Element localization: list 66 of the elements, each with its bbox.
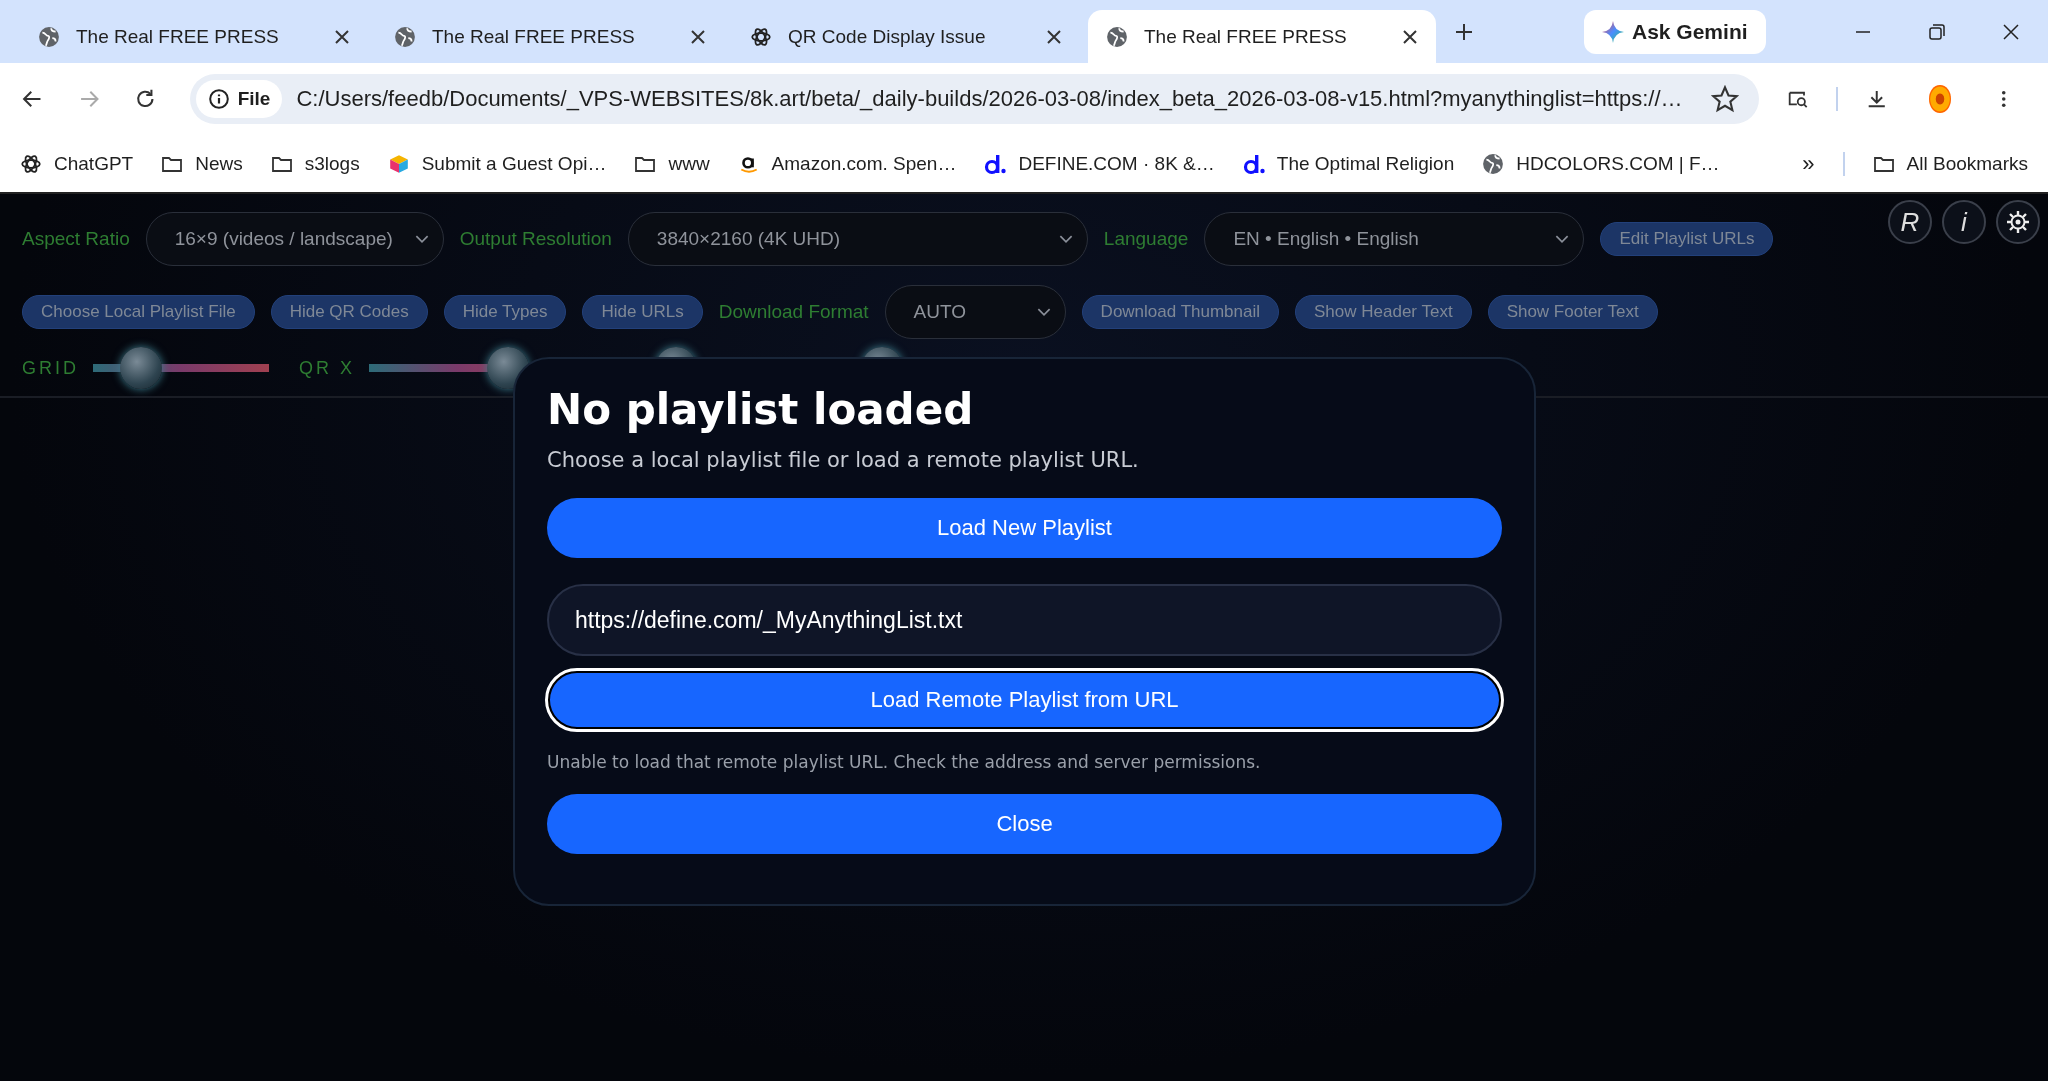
site-info-chip[interactable]: File: [195, 80, 283, 118]
browser-tab[interactable]: QR Code Display Issue: [732, 10, 1080, 63]
bookmark-item[interactable]: News: [161, 152, 243, 175]
bookmark-item[interactable]: Submit a Guest Opi…: [387, 152, 607, 175]
bookmark-item[interactable]: HDCOLORS.COM | F…: [1482, 152, 1720, 175]
close-icon[interactable]: [2002, 22, 2020, 41]
knot-logo-icon: [20, 152, 42, 175]
close-icon[interactable]: [690, 28, 706, 45]
globe-icon: [38, 25, 60, 48]
globe-icon: [1482, 152, 1505, 175]
error-message: Unable to load that remote playlist URL. Check the address and server permissions.: [547, 752, 1262, 772]
address-bar[interactable]: File C:/Users/feedb/Documents/_VPS-WEBSITES/8k.art/beta/_daily-builds/2026-03-08/index_beta_2026-03-08-v15.html?myanythinglist=https://…: [189, 74, 1759, 124]
bookmark-item[interactable]: Amazon.com. Spen…: [737, 152, 957, 175]
knot-logo-icon: [750, 25, 772, 48]
field-label: Aspect Ratio: [22, 228, 130, 250]
slider-label: QR X: [299, 357, 355, 379]
dropdown[interactable]: EN • English • English: [1204, 212, 1585, 266]
modal-button[interactable]: Close: [547, 794, 1502, 854]
star-icon[interactable]: [1710, 85, 1739, 113]
round-icon-button[interactable]: i: [1942, 200, 1986, 244]
close-icon[interactable]: [1402, 28, 1418, 45]
bookmarks-overflow[interactable]: »: [1802, 150, 1815, 177]
modal-button[interactable]: Load New Playlist: [547, 498, 1502, 558]
bookmark-item[interactable]: All Bookmarks: [1872, 152, 2028, 175]
field-label: Language: [1103, 228, 1189, 250]
field-label: Output Resolution: [459, 228, 612, 250]
chevron-down-icon: [414, 234, 429, 244]
bookmark-item[interactable]: The Optimal Religion: [1242, 152, 1455, 175]
field-label: Download Format: [718, 301, 869, 323]
browser-tab[interactable]: The Real FREE PRESS: [1088, 10, 1436, 63]
close-icon[interactable]: [1046, 28, 1062, 45]
d-dot-logo-icon: [1242, 152, 1265, 175]
browser-tab[interactable]: The Real FREE PRESS: [20, 10, 368, 63]
dropdown[interactable]: AUTO: [884, 285, 1066, 339]
chevron-down-icon: [1555, 234, 1570, 244]
url-input-field[interactable]: https://define.com/_MyAnythingList.txt: [547, 584, 1502, 656]
chevron-down-icon: [1036, 307, 1051, 317]
bookmark-item[interactable]: www: [634, 152, 710, 175]
restore-icon[interactable]: [1928, 22, 1946, 41]
slider-thumb[interactable]: [119, 347, 162, 389]
profile-avatar[interactable]: [1929, 85, 1951, 113]
dialog-title: No playlist loaded: [547, 385, 975, 434]
globe-icon: [394, 25, 416, 48]
ask-gemini-button[interactable]: Ask Gemini: [1584, 9, 1766, 54]
round-icon-button[interactable]: R: [1888, 200, 1932, 244]
browser-tab[interactable]: The Real FREE PRESS: [376, 10, 724, 63]
settings-button[interactable]: [1996, 200, 2040, 244]
new-tab-icon[interactable]: [1454, 21, 1474, 42]
modal-button[interactable]: Load Remote Playlist from URL: [547, 670, 1502, 730]
dialog-subtitle: Choose a local playlist file or load a remote playlist URL.: [547, 448, 1140, 472]
close-icon[interactable]: [334, 28, 350, 45]
d-dot-logo-icon: [984, 152, 1007, 175]
bookmark-item[interactable]: DEFINE.COM · 8K &…: [984, 152, 1215, 175]
settings-icon: [2006, 210, 2030, 234]
sparkle-icon: [1602, 20, 1624, 43]
cube-logo-icon: [387, 152, 410, 175]
slider-thumb[interactable]: [486, 347, 529, 389]
bookmark-item[interactable]: s3logs: [270, 152, 360, 175]
url-text: C:/Users/feedb/Documents/_VPS-WEBSITES/8k.art/beta/_daily-builds/2026-03-08/index_beta_2026-03-08-v15.html?myanythinglist=https://…: [296, 86, 1683, 112]
globe-icon: [1106, 25, 1128, 48]
slider-label: GRID: [22, 357, 79, 379]
chevron-down-icon: [1058, 234, 1073, 244]
dropdown[interactable]: 16×9 (videos / landscape): [145, 212, 444, 266]
info-icon: [207, 88, 230, 110]
bookmark-item[interactable]: ChatGPT: [20, 152, 134, 175]
dropdown[interactable]: 3840×2160 (4K UHD): [627, 212, 1088, 266]
